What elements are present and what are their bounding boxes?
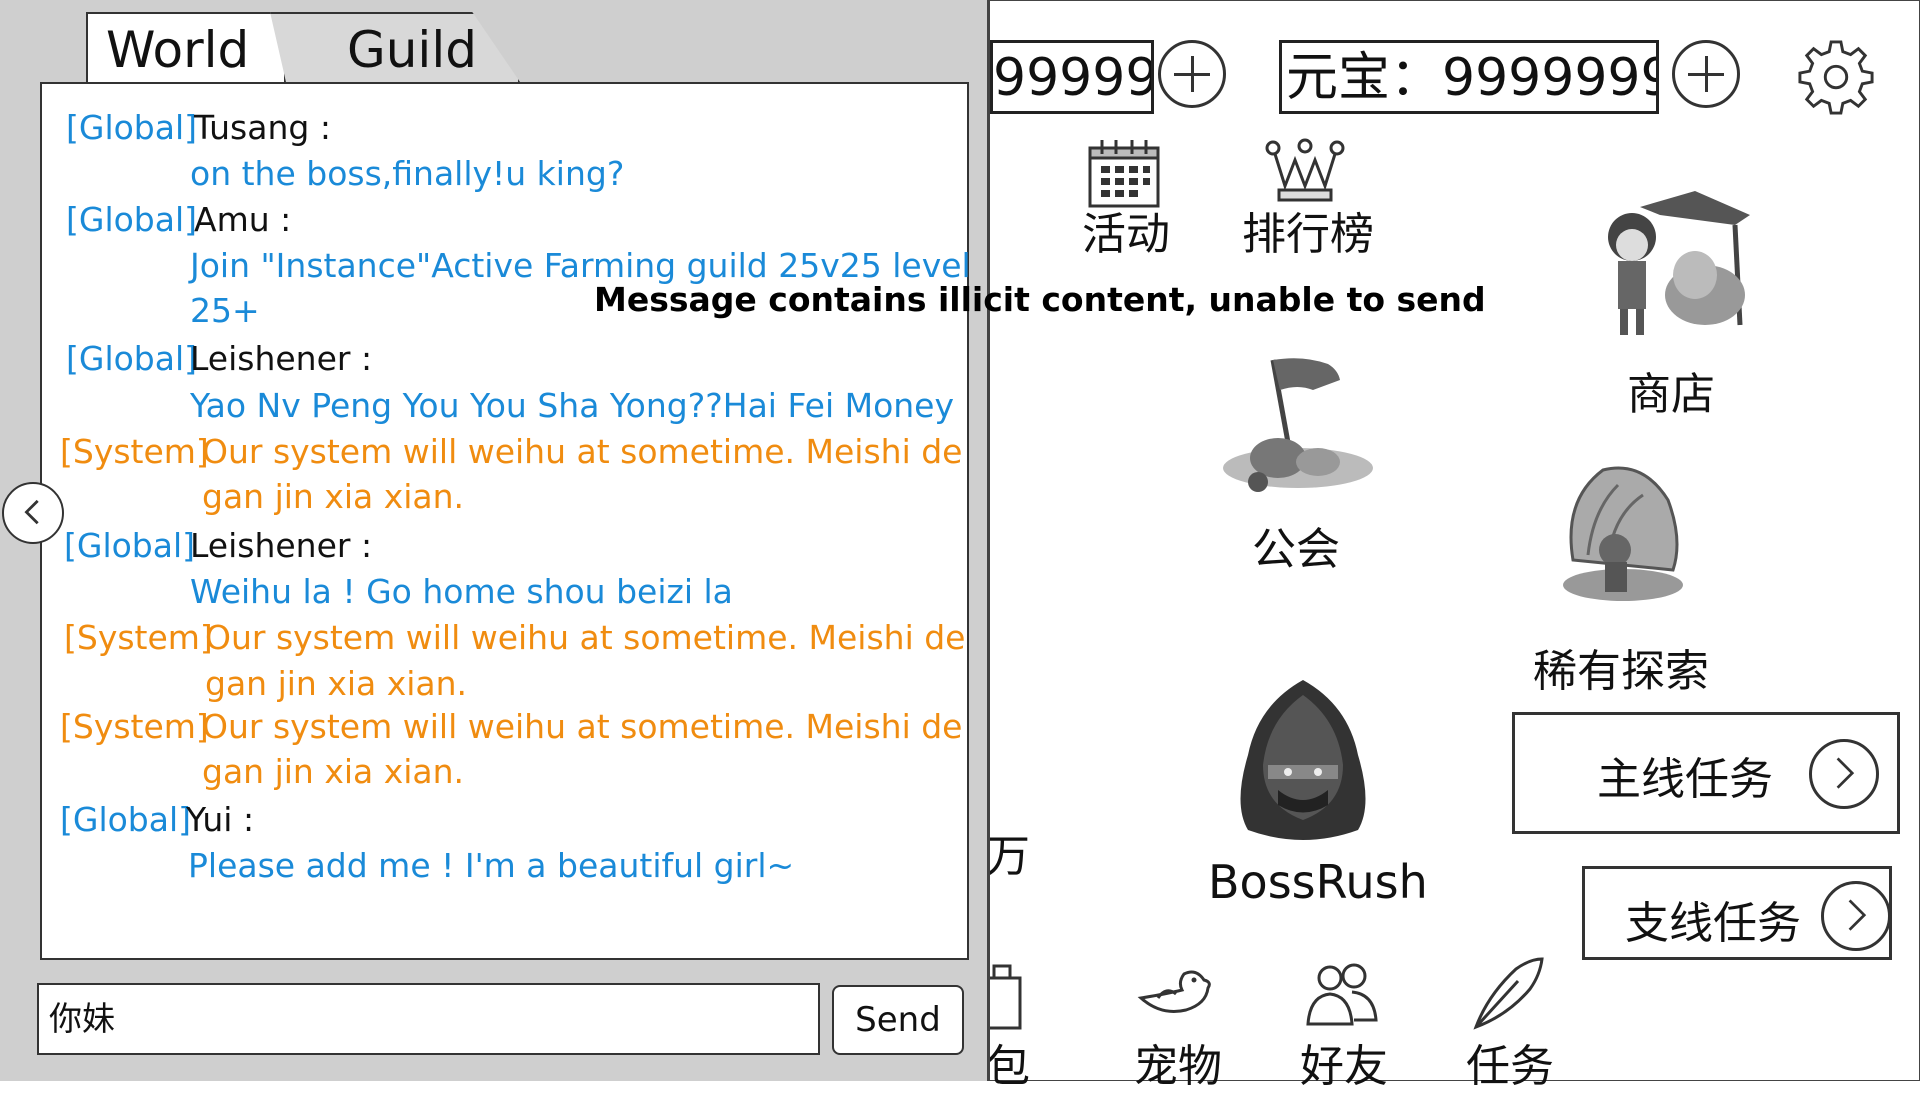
- bossrush-label[interactable]: BossRush: [1208, 855, 1428, 909]
- bossrush-icon[interactable]: [1228, 675, 1378, 845]
- chevron-right-icon: [1809, 739, 1879, 809]
- channel-tag: [System]: [60, 707, 209, 746]
- channel-tag: [System]: [60, 432, 209, 471]
- chat-message-list[interactable]: [Global] Tusang : on the boss,finally!u …: [40, 82, 971, 960]
- rare-explore-label[interactable]: 稀有探索: [1533, 635, 1709, 699]
- gold-counter: 999999: [990, 40, 1154, 114]
- pet-bird-icon[interactable]: [1136, 960, 1214, 1028]
- sender-name[interactable]: Amu :: [194, 200, 291, 240]
- message-text: Weihu la ! Go home shou beizi la: [190, 572, 733, 611]
- sender-name[interactable]: Yui :: [186, 800, 254, 840]
- quill-icon[interactable]: [1468, 955, 1546, 1033]
- add-yuanbao-button[interactable]: [1672, 40, 1740, 108]
- channel-tag: [Global]: [64, 526, 196, 565]
- rare-explore-icon[interactable]: [1543, 460, 1703, 610]
- sender-name[interactable]: Leishener :: [190, 526, 372, 566]
- side-quest-label: 支线任务: [1625, 898, 1801, 949]
- message-text: gan jin xia xian.: [205, 664, 468, 703]
- message-text: gan jin xia xian.: [202, 477, 465, 516]
- bag-label[interactable]: 包: [986, 1030, 1030, 1094]
- tasks-label[interactable]: 任务: [1466, 1030, 1554, 1094]
- chat-input[interactable]: 你妹: [37, 983, 820, 1055]
- ranking-label[interactable]: 排行榜: [1242, 198, 1374, 262]
- activity-label[interactable]: 活动: [1082, 198, 1170, 262]
- yuanbao-counter: 元宝：999999999: [1279, 40, 1659, 114]
- chevron-left-icon: [24, 499, 39, 525]
- chevron-right-icon: [1821, 881, 1891, 951]
- gear-icon[interactable]: [1797, 38, 1875, 116]
- message-text: Please add me ! I'm a beautiful girl~: [188, 846, 795, 885]
- send-button[interactable]: Send: [832, 985, 964, 1055]
- add-gold-button[interactable]: [1158, 40, 1226, 108]
- channel-tag: [Global]: [66, 200, 198, 239]
- tab-world[interactable]: World: [86, 12, 286, 82]
- partial-item-label: 万: [986, 831, 1030, 882]
- shop-label[interactable]: 商店: [1627, 358, 1715, 422]
- message-text: Our system will weihu at sometime. Meish…: [202, 707, 963, 746]
- message-text: on the boss,finally!u king?: [190, 154, 625, 193]
- main-quest-button[interactable]: 主线任务: [1512, 712, 1900, 834]
- warning-notice: Message contains illicit content, unable…: [594, 280, 1486, 319]
- main-quest-label: 主线任务: [1597, 754, 1773, 805]
- collapse-chat-button[interactable]: [2, 482, 64, 544]
- message-text: Yao Nv Peng You You Sha Yong??Hai Fei Mo…: [190, 386, 955, 425]
- guild-label[interactable]: 公会: [1252, 513, 1340, 577]
- bag-icon[interactable]: [984, 960, 1024, 1030]
- sender-name[interactable]: Tusang :: [194, 108, 331, 148]
- message-text: 25+: [190, 291, 260, 330]
- channel-tag: [Global]: [60, 800, 192, 839]
- guild-flag-icon[interactable]: [1218, 350, 1383, 500]
- sender-name[interactable]: Leishener :: [190, 339, 372, 379]
- friends-icon[interactable]: [1302, 958, 1382, 1032]
- chat-panel: Guild World [Global] Tusang : on the bos…: [0, 0, 990, 1081]
- game-main-area: 999999 元宝：999999999 活动 排行榜: [984, 0, 1920, 1092]
- message-text: Our system will weihu at sometime. Meish…: [202, 432, 963, 471]
- shop-icon[interactable]: [1600, 185, 1750, 340]
- friends-label[interactable]: 好友: [1300, 1030, 1388, 1094]
- channel-tag: [System]: [64, 618, 213, 657]
- pet-label[interactable]: 宠物: [1134, 1030, 1222, 1094]
- channel-tag: [Global]: [66, 108, 198, 147]
- tab-guild[interactable]: Guild: [255, 12, 520, 82]
- channel-tag: [Global]: [66, 339, 198, 378]
- message-text: gan jin xia xian.: [202, 752, 465, 791]
- message-text: Our system will weihu at sometime. Meish…: [205, 618, 966, 657]
- side-quest-button[interactable]: 支线任务: [1582, 866, 1892, 960]
